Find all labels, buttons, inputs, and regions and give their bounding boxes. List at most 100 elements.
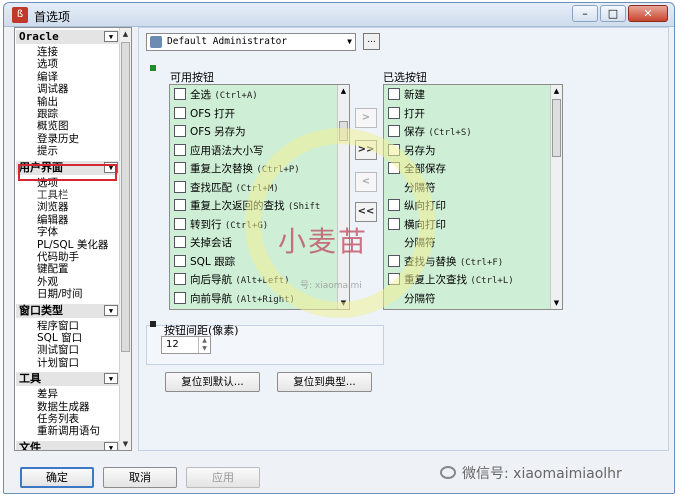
add-button[interactable]: >	[355, 108, 377, 128]
tree-item[interactable]: 差异	[37, 388, 58, 400]
tree-item[interactable]: 重新调用语句	[37, 425, 100, 437]
tree-item[interactable]: 计划窗口	[37, 357, 79, 369]
tree-item[interactable]: 字体	[37, 226, 58, 238]
separator-spacer	[388, 181, 400, 193]
collapse-icon[interactable]: ▼	[104, 441, 118, 450]
list-item[interactable]: OFS 另存为	[170, 124, 337, 140]
tree-section-header[interactable]: Oracle ▼	[16, 30, 120, 44]
list-item[interactable]: 保存 (Ctrl+S)	[384, 124, 550, 140]
scroll-down-icon[interactable]: ▼	[338, 297, 349, 309]
list-item[interactable]: 纵向打印	[384, 198, 550, 214]
tree-item[interactable]: 概览图	[37, 120, 69, 132]
section-marker-icon	[150, 321, 156, 327]
selected-buttons-list[interactable]: 分隔符 重复上次查找 (Ctrl+L) 查找与替换 (Ctrl+F) 分隔符 横向打印纵…	[383, 84, 563, 310]
tree-item[interactable]: 程序窗口	[37, 320, 79, 332]
tree-section-header[interactable]: 工具 ▼	[16, 372, 120, 387]
apply-button[interactable]: 应用	[186, 467, 260, 488]
tree-scrollbar[interactable]: ▲ ▼	[119, 28, 131, 450]
list-item-shortcut: (Ctrl+M)	[235, 183, 279, 194]
tree-item[interactable]: 键配置	[37, 263, 69, 275]
scroll-up-icon[interactable]: ▲	[338, 85, 349, 97]
cancel-button[interactable]: 取消	[103, 467, 177, 488]
tree-item[interactable]: 任务列表	[37, 413, 79, 425]
tree-item[interactable]: 登录历史	[37, 133, 79, 145]
nav-forward-icon	[174, 291, 186, 304]
tree-item[interactable]: 编译	[37, 71, 58, 83]
list-item[interactable]: 另存为	[384, 143, 550, 159]
tree-item[interactable]: 测试窗口	[37, 344, 79, 356]
list-item[interactable]: 分隔符	[384, 291, 550, 307]
tree-item[interactable]: PL/SQL 美化器	[37, 239, 108, 251]
profile-more-button[interactable]: ...	[363, 33, 380, 50]
available-scroll-thumb[interactable]	[339, 121, 348, 141]
selected-list-scrollbar[interactable]: ▲ ▼	[550, 85, 562, 309]
list-item[interactable]: SQL 跟踪	[170, 254, 337, 270]
tree-scroll-thumb[interactable]	[121, 42, 130, 352]
tree-item[interactable]: 调试器	[37, 83, 69, 95]
tree-item[interactable]: 数据生成器	[37, 401, 90, 413]
list-item[interactable]: 全部保存	[384, 161, 550, 177]
list-item[interactable]: 向后导航 (Alt+Left)	[170, 272, 337, 288]
minimize-button[interactable]: –	[572, 5, 598, 22]
ok-button[interactable]: 确定	[20, 467, 94, 488]
scroll-up-icon[interactable]: ▲	[120, 28, 131, 40]
tree-item[interactable]: SQL 窗口	[37, 332, 82, 344]
remove-all-button[interactable]: <<	[355, 202, 377, 222]
maximize-button[interactable]: □	[600, 5, 626, 22]
list-item[interactable]: 重复上次返回的查找 (Shift	[170, 198, 337, 214]
tree-section-header[interactable]: 文件 ▼	[16, 440, 120, 450]
tree-item[interactable]: 浏览器	[37, 201, 69, 213]
print-portrait-icon	[388, 199, 400, 211]
scroll-down-icon[interactable]: ▼	[120, 438, 131, 450]
collapse-icon[interactable]: ▼	[104, 373, 118, 385]
list-item[interactable]: 应用语法大小写	[170, 143, 337, 159]
tree-section-header[interactable]: 窗口类型 ▼	[16, 303, 120, 318]
preferences-tree[interactable]: ▲ ▼ Oracle ▼ 连接 选项 编译 调试器 输出 跟踪 概览图 登录历史 提示 用户界面 ▼ 选项…	[14, 27, 132, 451]
add-all-button[interactable]: >>	[355, 140, 377, 160]
tree-item[interactable]: 代码助手	[37, 251, 79, 263]
chevron-down-icon[interactable]: ▼	[347, 34, 352, 50]
list-item[interactable]: 分隔符	[384, 235, 550, 251]
list-item[interactable]: 向前导航 (Alt+Right)	[170, 291, 337, 307]
list-item[interactable]: 转到行 (Ctrl+G)	[170, 217, 337, 233]
reset-default-button[interactable]: 复位到默认...	[165, 372, 260, 392]
collapse-icon[interactable]: ▼	[104, 31, 118, 42]
list-item[interactable]: OFS 打开	[170, 106, 337, 122]
tree-item[interactable]: 编辑器	[37, 214, 69, 226]
close-button[interactable]: ✕	[628, 5, 668, 22]
tree-item[interactable]: 选项	[37, 58, 58, 70]
tree-item[interactable]: 外观	[37, 276, 58, 288]
nav-back-icon	[174, 273, 186, 285]
tree-item[interactable]: 工具栏	[37, 189, 69, 201]
available-buttons-list[interactable]: 向前导航 (Alt+Right) 向后导航 (Alt+Left) SQL 跟踪 关掉会…	[169, 84, 350, 310]
match-icon	[174, 180, 186, 193]
list-item[interactable]: 重复上次查找 (Ctrl+L)	[384, 272, 550, 288]
selected-scroll-thumb[interactable]	[552, 99, 561, 157]
list-item-label: 关掉会话	[190, 237, 232, 249]
list-item[interactable]: 全选 (Ctrl+A)	[170, 87, 337, 103]
spinner-arrows-icon[interactable]: ▲ ▼	[198, 337, 210, 353]
tree-item[interactable]: 提示	[37, 145, 58, 157]
list-item[interactable]: 关掉会话	[170, 235, 337, 251]
remove-button[interactable]: <	[355, 172, 377, 192]
list-item[interactable]: 打开	[384, 106, 550, 122]
spacing-input[interactable]: 12 ▲ ▼	[161, 336, 211, 354]
profile-select[interactable]: Default Administrator ▼	[146, 33, 356, 51]
reset-typical-button[interactable]: 复位到典型...	[277, 372, 372, 392]
available-list-scrollbar[interactable]: ▲ ▼	[337, 85, 349, 309]
tree-item[interactable]: 输出	[37, 96, 58, 108]
collapse-icon[interactable]: ▼	[104, 304, 118, 316]
list-item[interactable]: 横向打印	[384, 217, 550, 233]
list-item-shortcut: (Ctrl+S)	[428, 128, 472, 138]
tree-item[interactable]: 连接	[37, 46, 58, 58]
list-item[interactable]: 新建	[384, 87, 550, 103]
tree-item[interactable]: 跟踪	[37, 108, 58, 120]
list-item[interactable]: 查找匹配 (Ctrl+M)	[170, 180, 337, 196]
list-item-label: 分隔符	[404, 181, 436, 194]
list-item[interactable]: 查找与替换 (Ctrl+F)	[384, 254, 550, 270]
scroll-down-icon[interactable]: ▼	[551, 297, 562, 309]
list-item[interactable]: 重复上次替换 (Ctrl+P)	[170, 161, 337, 177]
tree-item[interactable]: 日期/时间	[37, 288, 83, 300]
list-item[interactable]: 分隔符	[384, 180, 550, 196]
scroll-up-icon[interactable]: ▲	[551, 85, 562, 97]
